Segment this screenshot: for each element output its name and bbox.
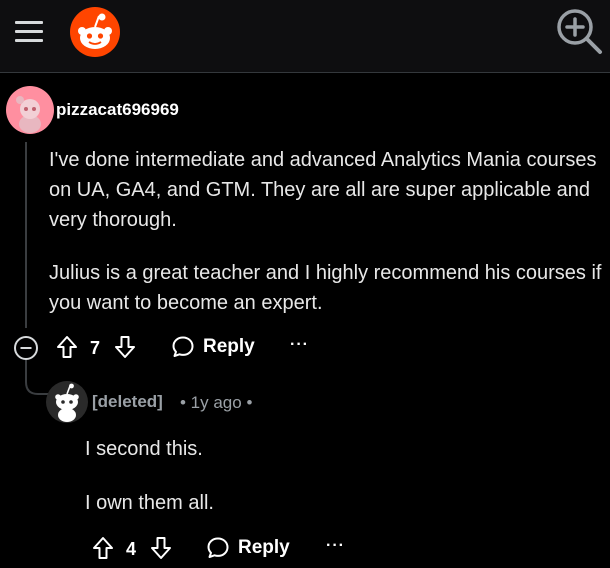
collapse-icon[interactable] [13, 335, 39, 361]
comment-paragraph: I've done intermediate and advanced Anal… [49, 149, 597, 231]
comment-username[interactable]: pizzacat696969 [56, 100, 179, 120]
vote-score: 7 [90, 338, 101, 358]
downvote-icon[interactable] [114, 335, 136, 359]
upvote-icon[interactable] [92, 536, 114, 560]
downvote-icon[interactable] [150, 536, 172, 560]
comment-paragraph: Julius is a great teacher and I highly r… [49, 262, 602, 314]
thread-line[interactable] [25, 142, 27, 328]
reply-text: I own them all. [85, 492, 214, 514]
avatar[interactable] [46, 381, 88, 423]
hamburger-menu-icon[interactable] [15, 19, 43, 43]
upvote-icon[interactable] [56, 335, 78, 359]
reply-label: Reply [238, 537, 290, 558]
reddit-logo-icon[interactable] [70, 7, 120, 57]
vote-score: 4 [126, 539, 137, 559]
top-bar [0, 0, 610, 73]
reply-label: Reply [203, 336, 255, 357]
search-zoom-icon[interactable] [553, 5, 605, 57]
reply-button[interactable]: Reply [206, 536, 290, 560]
more-options-icon[interactable]: ··· [326, 537, 345, 555]
reply-button[interactable]: Reply [171, 335, 255, 359]
avatar[interactable] [6, 86, 54, 134]
comment-bubble-icon [172, 336, 194, 357]
reply-timestamp: • 1y ago • [180, 393, 253, 412]
comment-bubble-icon [207, 537, 229, 558]
more-options-icon[interactable]: ··· [290, 336, 309, 354]
reply-text: I second this. [85, 438, 203, 460]
reply-username[interactable]: [deleted] [92, 392, 163, 412]
